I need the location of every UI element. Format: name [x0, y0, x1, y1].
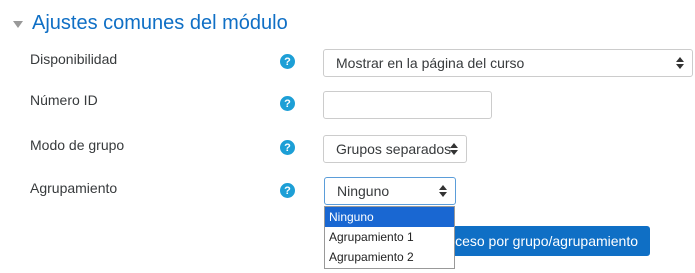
- availability-label: Disponibilidad: [30, 51, 118, 67]
- section-header-toggle[interactable]: Ajustes comunes del módulo: [8, 8, 288, 38]
- grouping-label: Agrupamiento: [30, 180, 118, 196]
- grouping-select-value: Ninguno: [337, 183, 390, 199]
- grouping-dropdown-list: Ninguno Agrupamiento 1 Agrupamiento 2: [324, 206, 455, 269]
- grouping-help-icon[interactable]: ?: [280, 183, 295, 198]
- section-title: Ajustes comunes del módulo: [32, 11, 288, 34]
- groupmode-help-icon[interactable]: ?: [280, 140, 295, 155]
- restrict-access-button[interactable]: acceso por grupo/agrupamiento: [440, 226, 650, 256]
- groupmode-label: Modo de grupo: [30, 137, 125, 153]
- availability-select-value: Mostrar en la página del curso: [336, 55, 525, 71]
- availability-select[interactable]: Mostrar en la página del curso: [323, 49, 693, 77]
- grouping-select[interactable]: Ninguno: [324, 177, 456, 205]
- groupmode-select-value: Grupos separados: [336, 141, 452, 157]
- caret-down-icon: [13, 20, 23, 28]
- restrict-access-button-label: acceso por grupo/agrupamiento: [440, 233, 638, 249]
- availability-help-icon[interactable]: ?: [280, 54, 295, 69]
- idnumber-field[interactable]: [323, 91, 492, 119]
- idnumber-help-icon[interactable]: ?: [280, 96, 295, 111]
- grouping-option-agrupamiento-2[interactable]: Agrupamiento 2: [325, 247, 454, 267]
- select-arrows-icon: [676, 57, 684, 69]
- grouping-option-ninguno[interactable]: Ninguno: [325, 207, 454, 227]
- select-arrows-icon: [439, 185, 447, 197]
- idnumber-label: Número ID: [30, 92, 98, 108]
- select-arrows-icon: [450, 143, 458, 155]
- grouping-option-agrupamiento-1[interactable]: Agrupamiento 1: [325, 227, 454, 247]
- groupmode-select[interactable]: Grupos separados: [323, 135, 467, 163]
